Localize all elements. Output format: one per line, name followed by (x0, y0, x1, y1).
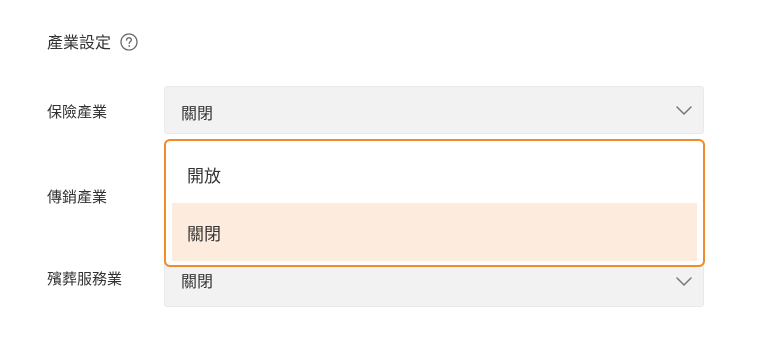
insurance-industry-label: 保險產業 (47, 103, 108, 121)
direct-sales-industry-label: 傳銷產業 (47, 188, 108, 206)
question-circle-icon[interactable] (120, 32, 138, 51)
industry-settings-panel: 產業設定 保險產業 關閉 傳銷產業 殯葬服務業 關閉 開放 關閉 (0, 0, 757, 346)
chevron-down-icon (675, 101, 693, 119)
insurance-industry-value: 關閉 (181, 104, 214, 123)
dropdown-option-open[interactable]: 開放 (172, 145, 697, 203)
funeral-services-value: 關閉 (181, 272, 214, 291)
insurance-industry-select[interactable]: 關閉 (164, 86, 704, 134)
dropdown-option-closed[interactable]: 關閉 (172, 203, 697, 261)
section-title-text: 產業設定 (47, 33, 112, 52)
section-title: 產業設定 (47, 29, 138, 53)
funeral-services-label: 殯葬服務業 (47, 270, 123, 288)
chevron-down-icon (675, 272, 693, 290)
direct-sales-industry-dropdown[interactable]: 開放 關閉 (164, 139, 705, 267)
